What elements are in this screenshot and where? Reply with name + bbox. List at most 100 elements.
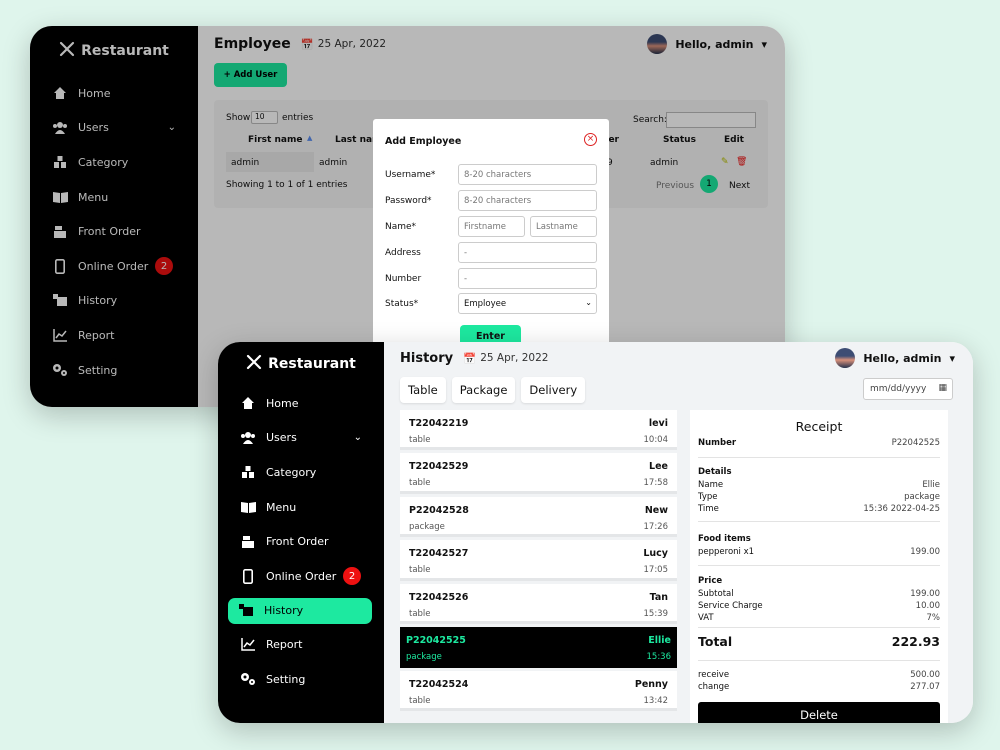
sidebar-item-category[interactable]: Category [218, 455, 384, 490]
receipt-panel: Receipt Number P22042525 Details Name Elli… [690, 410, 948, 723]
time-value: 15:36 2022-04-25 [863, 504, 940, 514]
details-heading: Details [698, 467, 732, 477]
type-value: package [904, 492, 940, 502]
status-select[interactable]: Employee ⌄ [458, 293, 597, 314]
user-greeting: Hello, admin [863, 351, 942, 365]
food-item-name: pepperoni x1 [698, 547, 755, 557]
order-customer: Lucy [643, 548, 668, 560]
sidebar-nav: Home Users ⌄ Category Menu Front Order On… [218, 386, 384, 697]
order-time: 15:39 [643, 608, 669, 619]
modal-title: Add Employee [385, 136, 462, 147]
order-type: package [406, 652, 442, 663]
number-field[interactable]: - [458, 268, 597, 289]
order-type-tabs: Table Package Delivery [400, 377, 586, 403]
total-value: 222.93 [891, 634, 940, 649]
delete-button[interactable]: Delete [698, 702, 940, 723]
subtotal-row: Subtotal 199.00 [698, 589, 940, 599]
divider [698, 627, 940, 628]
tab-delivery[interactable]: Delivery [521, 377, 586, 403]
close-icon[interactable]: × [584, 133, 597, 146]
list-item-selected[interactable]: P22042525 Ellie package 15:36 [400, 627, 677, 668]
total-row: Total 222.93 [698, 634, 940, 649]
vat-row: VAT 7% [698, 613, 940, 623]
main-content: History 📅 25 Apr, 2022 Hello, admin ▾ Tabl… [384, 342, 973, 723]
status-value: Employee [464, 298, 507, 309]
date-placeholder: mm/dd/yyyy [870, 384, 927, 394]
sidebar-item-history[interactable]: History [228, 597, 372, 624]
list-item[interactable]: P22042528 New package 17:26 [400, 496, 677, 538]
sidebar-item-label: Setting [266, 672, 306, 686]
order-customer: Tan [649, 591, 668, 603]
receive-value: 500.00 [910, 670, 940, 680]
change-label: change [698, 682, 730, 692]
receipt-title: Receipt [795, 419, 843, 434]
line-chart-icon [240, 637, 256, 653]
subtotal-label: Subtotal [698, 589, 734, 599]
cash-register-icon [240, 534, 256, 550]
sidebar-item-label: Users [266, 431, 297, 445]
number-label: Number [698, 438, 737, 448]
sidebar-item-home[interactable]: Home [218, 386, 384, 421]
sidebar-item-menu[interactable]: Menu [218, 490, 384, 525]
brand[interactable]: Restaurant [218, 342, 384, 386]
page-date: 📅 25 Apr, 2022 [463, 352, 548, 365]
order-time: 17:26 [643, 521, 669, 532]
order-type: table [409, 478, 431, 489]
tab-package[interactable]: Package [451, 377, 516, 403]
receive-label: receive [698, 670, 730, 680]
fork-knife-icon [246, 354, 262, 374]
change-value: 277.07 [910, 682, 940, 692]
address-row: Address - [385, 242, 597, 263]
list-item[interactable]: T22042526 Tan table 15:39 [400, 583, 677, 625]
sidebar-item-label: Menu [266, 500, 297, 514]
order-time: 15:36 [646, 652, 672, 663]
sidebar-item-front-order[interactable]: Front Order [218, 524, 384, 559]
sidebar-item-setting[interactable]: Setting [218, 662, 384, 697]
divider [698, 457, 940, 458]
firstname-field[interactable]: Firstname [458, 216, 525, 237]
order-customer: Penny [634, 678, 668, 690]
order-type: package [409, 521, 445, 532]
boxes-icon [240, 464, 256, 480]
calendar-icon: ▦ [938, 383, 947, 393]
order-type: table [409, 565, 431, 576]
gears-icon [240, 671, 256, 687]
users-icon [240, 430, 256, 446]
date-filter-input[interactable]: mm/dd/yyyy ▦ [863, 378, 953, 400]
sidebar-item-label: Report [266, 638, 303, 652]
order-id: P22042528 [409, 504, 469, 516]
order-id: T22042527 [409, 548, 469, 560]
time-row: Time 15:36 2022-04-25 [698, 504, 940, 514]
sidebar-item-users[interactable]: Users ⌄ [218, 421, 384, 456]
receipt-number-row: Number P22042525 [698, 438, 940, 448]
list-item[interactable]: T22042529 Lee table 17:58 [400, 453, 677, 494]
name-value: Ellie [922, 480, 940, 490]
list-item[interactable]: T22042219 levi table 10:04 [400, 410, 677, 451]
online-order-badge: 2 [343, 567, 361, 586]
home-icon [240, 395, 256, 411]
address-field[interactable]: - [458, 242, 597, 263]
time-label: Time [698, 504, 719, 514]
date-text: 25 Apr, 2022 [480, 352, 549, 364]
sidebar-item-label: Front Order [266, 535, 329, 549]
order-time: 13:42 [643, 695, 669, 706]
lastname-field[interactable]: Lastname [530, 216, 597, 237]
sidebar-item-report[interactable]: Report [218, 628, 384, 663]
username-field[interactable]: 8-20 characters [458, 164, 597, 185]
tab-table[interactable]: Table [400, 377, 446, 403]
chevron-down-icon: ⌄ [585, 298, 592, 307]
chevron-down-icon: ⌄ [353, 432, 362, 444]
sidebar-item-online-order[interactable]: Online Order 2 [218, 559, 384, 594]
sidebar-item-label: Category [266, 465, 317, 479]
order-list: T22042219 levi table 10:04 T22042529 Lee tabl… [400, 410, 677, 723]
user-menu[interactable]: Hello, admin ▾ [835, 348, 955, 368]
list-item[interactable]: T22042527 Lucy table 17:05 [400, 540, 677, 581]
list-item[interactable]: T22042524 Penny table 13:42 [400, 670, 677, 712]
order-type: table [409, 435, 431, 445]
service-charge-value: 10.00 [915, 601, 940, 611]
order-customer: New [644, 504, 668, 516]
order-time: 17:58 [643, 478, 669, 489]
password-field[interactable]: 8-20 characters [458, 190, 597, 211]
change-row: change 277.07 [698, 682, 940, 692]
subtotal-value: 199.00 [910, 589, 940, 599]
